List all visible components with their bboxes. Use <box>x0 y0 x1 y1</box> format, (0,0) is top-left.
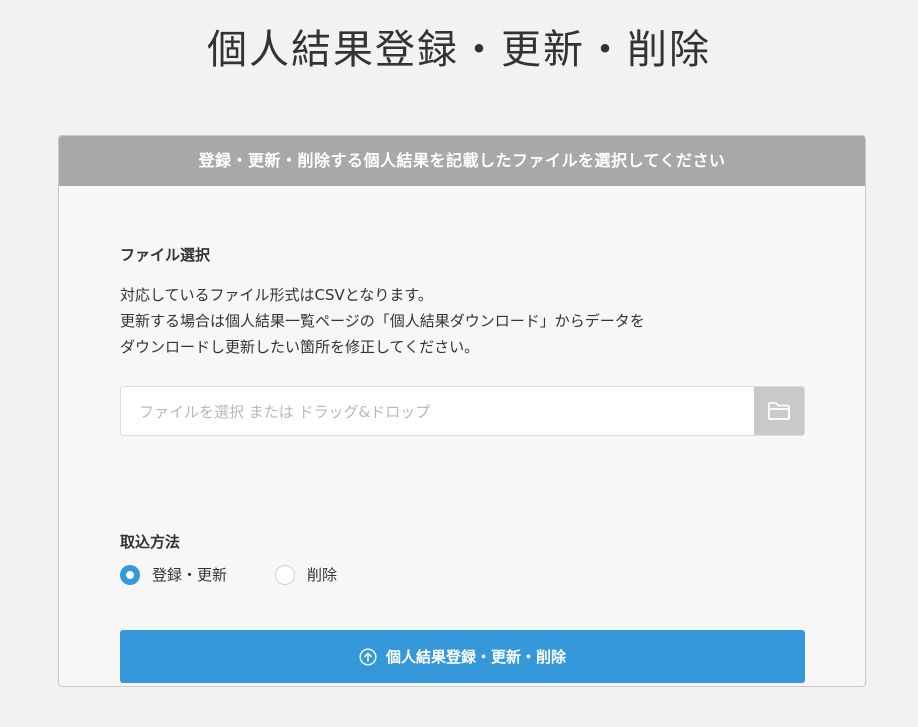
file-select-label: ファイル選択 <box>120 246 211 264</box>
submit-button-label: 個人結果登録・更新・削除 <box>385 648 566 666</box>
radio-button-unchecked[interactable] <box>275 564 296 585</box>
description-line: ダウンロードし更新したい箇所を修正してください。 <box>120 338 480 356</box>
radio-label: 削除 <box>307 566 338 584</box>
radio-delete[interactable]: 削除 <box>275 564 337 585</box>
submit-button[interactable]: 個人結果登録・更新・削除 <box>120 630 805 683</box>
file-format-description: 対応しているファイル形式はCSVとなります。 更新する場合は個人結果一覧ページの… <box>120 282 820 360</box>
upload-card: 登録・更新・削除する個人結果を記載したファイルを選択してください ファイル選択 … <box>58 135 866 687</box>
import-method-label: 取込方法 <box>120 533 181 551</box>
radio-label: 登録・更新 <box>152 566 228 584</box>
file-dropzone-input[interactable]: ファイルを選択 または ドラッグ&ドロップ <box>120 386 805 436</box>
radio-button-checked[interactable] <box>120 564 140 585</box>
import-method-radio-group: 登録・更新 削除 <box>120 564 385 585</box>
folder-icon <box>768 402 790 420</box>
card-header: 登録・更新・削除する個人結果を記載したファイルを選択してください <box>59 136 865 186</box>
page-title: 個人結果登録・更新・削除 <box>207 27 711 73</box>
description-line: 対応しているファイル形式はCSVとなります。 <box>120 286 433 304</box>
description-line: 更新する場合は個人結果一覧ページの「個人結果ダウンロード」からデータを <box>120 312 645 330</box>
folder-browse-button[interactable] <box>754 387 804 435</box>
radio-register-update[interactable]: 登録・更新 <box>120 564 227 585</box>
file-input-placeholder: ファイルを選択 または ドラッグ&ドロップ <box>139 402 431 421</box>
upload-circle-icon <box>359 647 377 666</box>
